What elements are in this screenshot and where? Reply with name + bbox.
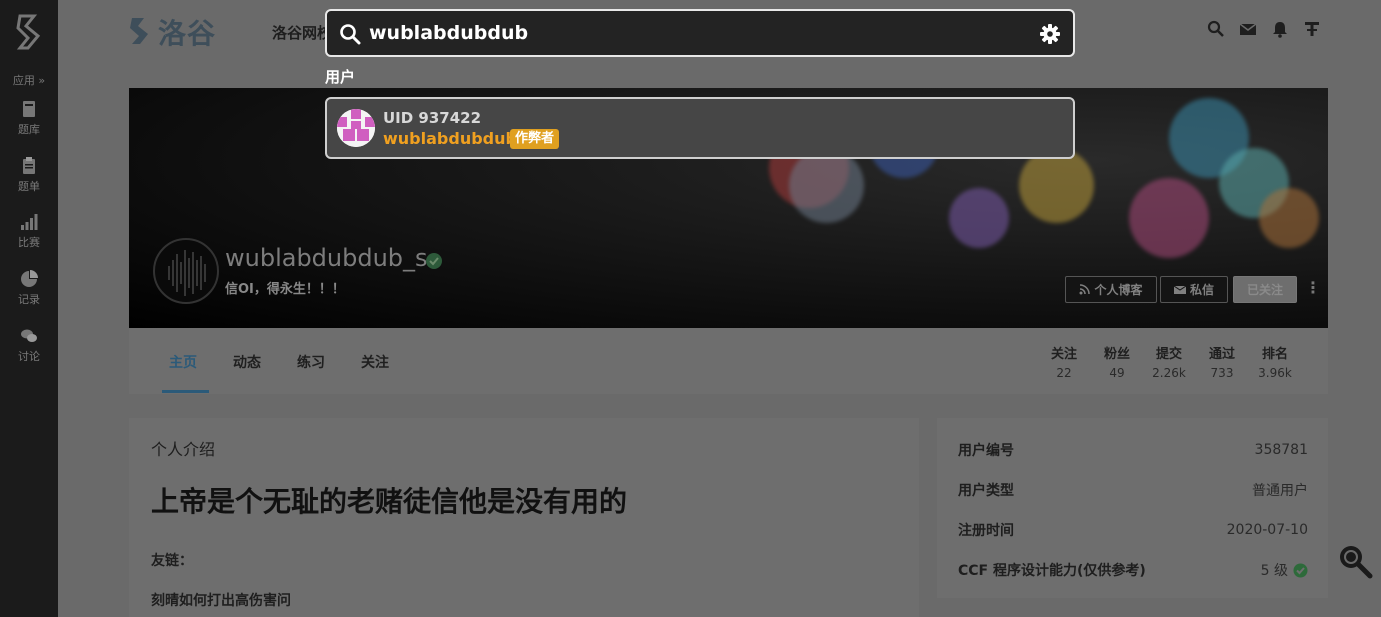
- tab-following[interactable]: 关注: [361, 352, 389, 372]
- sidebar-item-label: 记录: [18, 293, 40, 306]
- result-username[interactable]: wublabdubdub: [383, 129, 517, 148]
- search-section-users: 用户: [325, 68, 356, 86]
- chat-icon: [21, 329, 37, 342]
- user-info-panel: 用户编号 358781 用户类型 普通用户 注册时间 2020-07-10 CC…: [937, 418, 1328, 598]
- user-avatar-icon[interactable]: [1303, 20, 1321, 38]
- stat-accepted[interactable]: 通过 733: [1192, 343, 1252, 380]
- profile-username: wublabdubdub_s: [225, 244, 428, 272]
- verified-check-icon: [426, 253, 442, 269]
- apps-toggle[interactable]: 应用 »: [0, 72, 58, 88]
- site-logo-text[interactable]: 洛谷: [158, 12, 216, 52]
- message-button[interactable]: 私信: [1160, 276, 1228, 303]
- bokeh-light: [949, 188, 1009, 248]
- clipboard-icon: [23, 157, 35, 174]
- search-icon[interactable]: [1207, 20, 1225, 38]
- search-input[interactable]: [369, 19, 1009, 47]
- info-row-register-date: 注册时间 2020-07-10: [958, 522, 1308, 539]
- bokeh-light: [1129, 178, 1209, 258]
- profile-avatar: [153, 238, 219, 304]
- intro-title: 个人介绍: [151, 440, 216, 459]
- active-tab-indicator: [162, 390, 209, 393]
- follow-button[interactable]: 已关注: [1233, 276, 1297, 303]
- mail-icon[interactable]: [1239, 20, 1257, 38]
- sidebar-item-label: 题单: [18, 180, 40, 193]
- bokeh-light: [1259, 188, 1319, 248]
- nav-link-school[interactable]: 洛谷网校: [272, 22, 332, 43]
- ccf-level-value: 5 级: [1260, 563, 1288, 579]
- blog-button[interactable]: 个人博客: [1065, 276, 1157, 303]
- stat-submissions[interactable]: 提交 2.26k: [1139, 343, 1199, 380]
- rss-icon: [1079, 284, 1091, 295]
- info-row-user-type: 用户类型 普通用户: [958, 483, 1308, 499]
- intro-link-text[interactable]: 刻晴如何打出高伤害问: [151, 590, 291, 610]
- sidebar-item-problem-lists[interactable]: 题单: [0, 157, 58, 194]
- left-sidebar: 应用 » 题库 题单 比赛 记录 讨论: [0, 0, 58, 617]
- search-result-item[interactable]: UID 937422 wublabdubdub 作弊者: [325, 97, 1075, 159]
- intro-heading: 上帝是个无耻的老赌徒信他是没有用的: [151, 485, 628, 518]
- luogu-logo-icon[interactable]: [14, 12, 44, 52]
- sidebar-item-contests[interactable]: 比赛: [0, 213, 58, 250]
- stat-following[interactable]: 关注 22: [1034, 343, 1094, 380]
- tab-practice[interactable]: 练习: [297, 352, 325, 372]
- luogu-mark-icon: [130, 18, 148, 44]
- tab-activity[interactable]: 动态: [233, 352, 261, 372]
- envelope-icon: [1173, 285, 1186, 294]
- result-avatar: [337, 109, 375, 147]
- sidebar-item-records[interactable]: 记录: [0, 270, 58, 307]
- intro-panel: 个人介绍 上帝是个无耻的老赌徒信他是没有用的 友链： 刻晴如何打出高伤害问: [129, 418, 919, 617]
- bokeh-light: [1019, 148, 1094, 223]
- result-uid: UID 937422: [383, 109, 482, 127]
- top-icons: [1207, 20, 1321, 38]
- sidebar-item-problems[interactable]: 题库: [0, 100, 58, 137]
- info-row-ccf-level: CCF 程序设计能力(仅供参考) 5 级: [958, 560, 1308, 580]
- cheater-badge: 作弊者: [510, 129, 560, 149]
- bokeh-light: [789, 148, 864, 223]
- intro-friend-links-label: 友链：: [151, 553, 193, 569]
- search-box: [325, 9, 1075, 57]
- identicon-icon: [337, 109, 375, 147]
- avatar-waveform-icon: [168, 250, 206, 296]
- check-circle-icon: [1293, 563, 1308, 577]
- sidebar-item-label: 讨论: [18, 350, 40, 363]
- tab-home[interactable]: 主页: [169, 352, 197, 372]
- bar-chart-icon: [21, 214, 38, 230]
- gear-icon[interactable]: [1039, 23, 1061, 45]
- stat-rank[interactable]: 排名 3.96k: [1245, 343, 1305, 380]
- profile-slogan: 信OI，得永生！！！: [225, 282, 345, 297]
- profile-tab-bar: 主页 动态 练习 关注 关注 22 粉丝 49 提交 2.26k 通过 733 …: [129, 328, 1328, 394]
- sidebar-item-label: 比赛: [18, 236, 40, 249]
- floating-search-icon[interactable]: [1334, 540, 1374, 580]
- book-icon: [23, 101, 35, 117]
- bell-icon[interactable]: [1271, 20, 1289, 38]
- sidebar-item-label: 题库: [18, 123, 40, 136]
- more-options-icon[interactable]: ⋮: [1305, 278, 1321, 297]
- info-row-user-id: 用户编号 358781: [958, 442, 1308, 459]
- stat-followers[interactable]: 粉丝 49: [1087, 343, 1147, 380]
- sidebar-item-discuss[interactable]: 讨论: [0, 327, 58, 364]
- pie-chart-icon: [21, 270, 38, 287]
- search-icon: [340, 24, 361, 45]
